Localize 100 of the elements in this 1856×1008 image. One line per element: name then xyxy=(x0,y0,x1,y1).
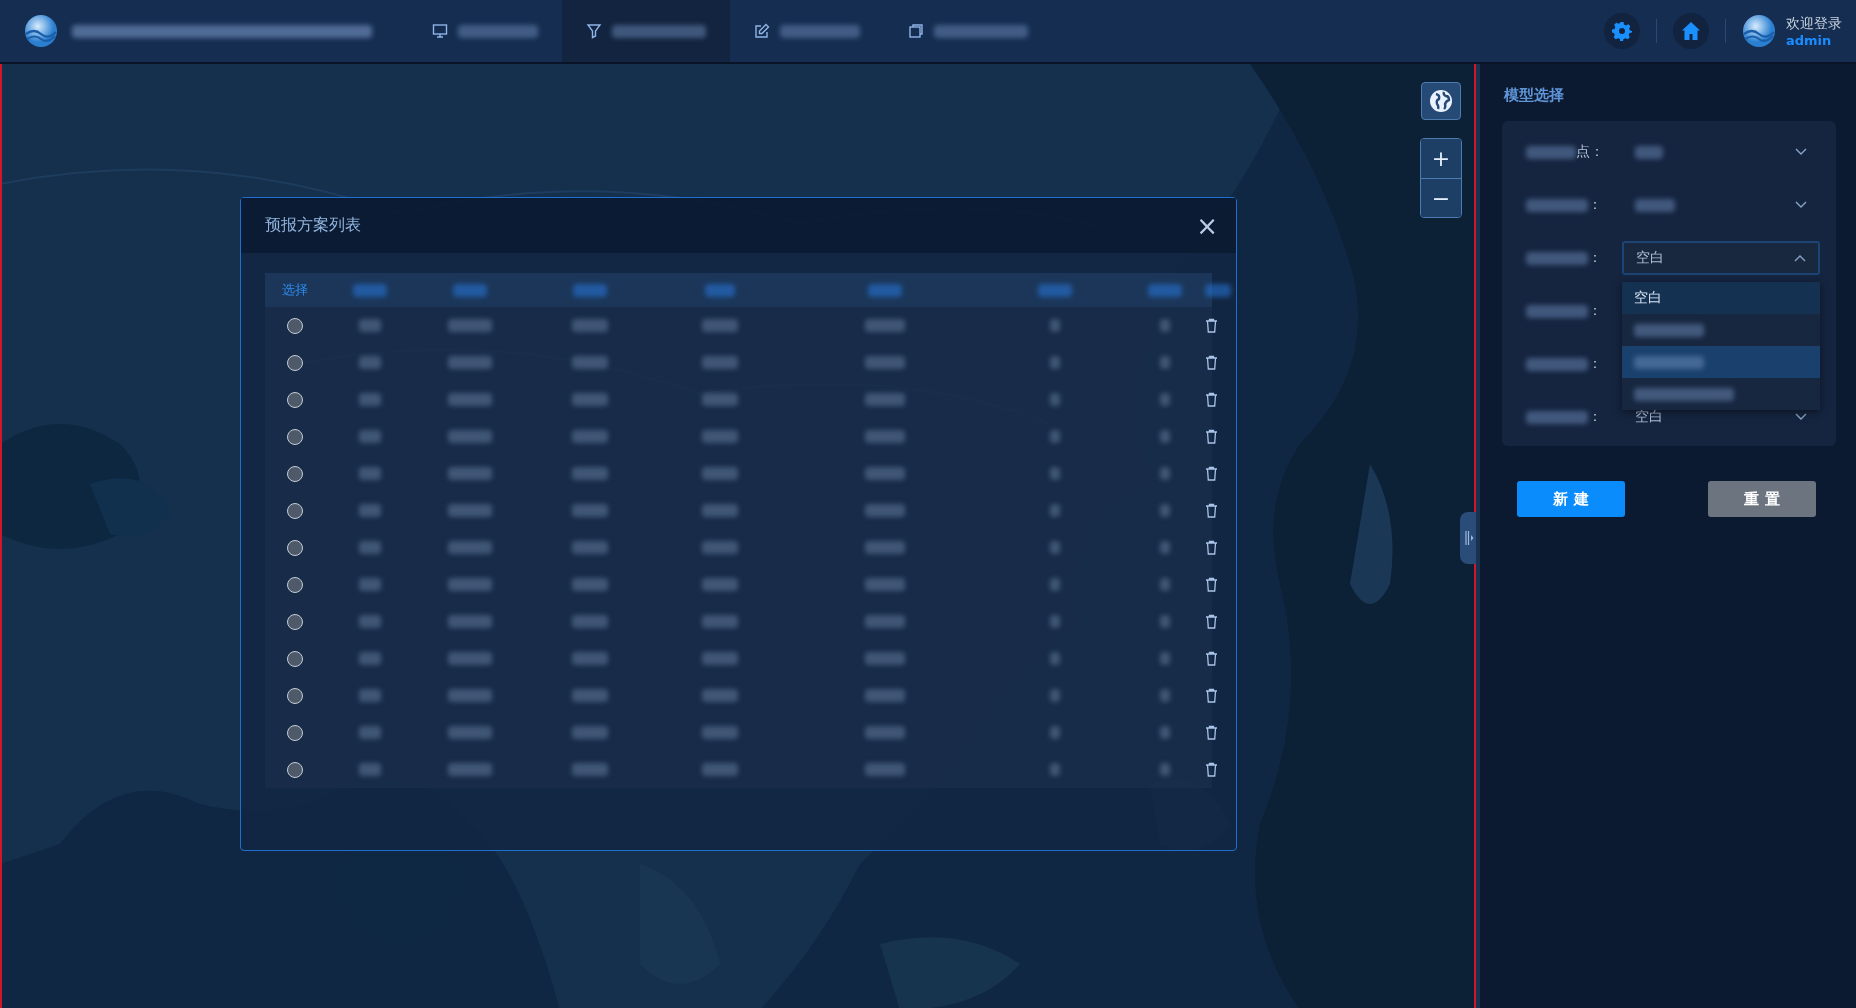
radio-button[interactable] xyxy=(287,502,303,519)
blurred-text xyxy=(1050,689,1060,702)
delete-button[interactable] xyxy=(1205,392,1218,407)
blurred-text xyxy=(572,430,608,443)
field-label: ： xyxy=(1588,302,1602,320)
blurred-text xyxy=(1160,726,1170,739)
radio-button[interactable] xyxy=(287,761,303,778)
blurred-text xyxy=(572,726,608,739)
radio-button[interactable] xyxy=(287,576,303,593)
delete-button[interactable] xyxy=(1205,762,1218,777)
blurred-text xyxy=(1526,251,1588,265)
blurred-text xyxy=(1050,652,1060,665)
modal-title: 预报方案列表 xyxy=(265,215,361,236)
blurred-text xyxy=(572,763,608,776)
welcome-text: 欢迎登录 xyxy=(1786,14,1842,33)
blurred-text xyxy=(1050,504,1060,517)
blurred-text xyxy=(448,393,492,406)
dropdown-option[interactable]: 空白 xyxy=(1622,282,1820,314)
field-label: ： xyxy=(1588,355,1602,373)
radio-button[interactable] xyxy=(287,465,303,482)
blurred-text xyxy=(702,615,738,628)
blurred-text xyxy=(1050,615,1060,628)
blurred-text xyxy=(448,689,492,702)
blurred-text xyxy=(359,467,381,480)
blurred-text xyxy=(1160,504,1170,517)
radio-button[interactable] xyxy=(287,317,303,334)
blurred-text xyxy=(1050,578,1060,591)
blurred-text xyxy=(572,319,608,332)
zoom-in-button[interactable]: + xyxy=(1421,139,1461,178)
blurred-text xyxy=(1205,283,1231,297)
home-icon xyxy=(1681,21,1701,41)
radio-button[interactable] xyxy=(287,613,303,630)
blurred-text xyxy=(1160,652,1170,665)
monitor-icon xyxy=(432,23,448,39)
radio-button[interactable] xyxy=(287,539,303,556)
delete-button[interactable] xyxy=(1205,614,1218,629)
globe-button[interactable] xyxy=(1421,82,1461,120)
radio-button[interactable] xyxy=(287,650,303,667)
blurred-text xyxy=(1050,763,1060,776)
blurred-text xyxy=(702,652,738,665)
delete-button[interactable] xyxy=(1205,503,1218,518)
radio-button[interactable] xyxy=(287,428,303,445)
delete-button[interactable] xyxy=(1205,577,1218,592)
blurred-text xyxy=(702,319,738,332)
blurred-text xyxy=(1526,357,1588,371)
blurred-text xyxy=(1050,319,1060,332)
zoom-out-button[interactable]: − xyxy=(1421,178,1461,217)
blurred-text xyxy=(572,393,608,406)
blurred-text xyxy=(359,504,381,517)
blurred-text xyxy=(702,689,738,702)
blurred-text xyxy=(1526,410,1588,424)
blurred-text xyxy=(573,283,607,297)
blurred-text xyxy=(865,615,905,628)
dropdown-field[interactable]: 空白 xyxy=(1622,400,1820,434)
delete-button[interactable] xyxy=(1205,466,1218,481)
radio-button[interactable] xyxy=(287,391,303,408)
blurred-text xyxy=(1160,578,1170,591)
blurred-text xyxy=(1526,198,1588,212)
trash-icon xyxy=(1205,614,1218,629)
delete-button[interactable] xyxy=(1205,355,1218,370)
radio-button[interactable] xyxy=(287,687,303,704)
radio-button[interactable] xyxy=(287,354,303,371)
delete-button[interactable] xyxy=(1205,318,1218,333)
blurred-text xyxy=(702,726,738,739)
blurred-text xyxy=(448,615,492,628)
delete-button[interactable] xyxy=(1205,651,1218,666)
username: admin xyxy=(1786,32,1833,48)
blurred-text xyxy=(572,615,608,628)
blurred-text xyxy=(359,541,381,554)
blurred-text xyxy=(1160,763,1170,776)
home-button[interactable] xyxy=(1673,13,1709,49)
blurred-text xyxy=(359,615,381,628)
blurred-text xyxy=(865,393,905,406)
delete-button[interactable] xyxy=(1205,688,1218,703)
blurred-text xyxy=(448,541,492,554)
radio-button[interactable] xyxy=(287,724,303,741)
settings-icon xyxy=(1612,21,1632,41)
delete-button[interactable] xyxy=(1205,429,1218,444)
blurred-text xyxy=(359,578,381,591)
blurred-text xyxy=(572,578,608,591)
blurred-text xyxy=(865,541,905,554)
settings-button[interactable] xyxy=(1604,13,1640,49)
blurred-text xyxy=(1038,283,1072,297)
blurred-text xyxy=(865,319,905,332)
copy-icon xyxy=(908,23,924,39)
delete-button[interactable] xyxy=(1205,725,1218,740)
reset-button[interactable]: 重 置 xyxy=(1708,481,1816,517)
delete-button[interactable] xyxy=(1205,540,1218,555)
close-button[interactable]: × xyxy=(1192,210,1222,241)
blurred-text xyxy=(1160,393,1170,406)
blurred-text xyxy=(448,652,492,665)
blurred-text xyxy=(1160,319,1170,332)
blurred-text xyxy=(702,763,738,776)
dropdown-field[interactable]: 空白 xyxy=(1622,241,1820,275)
collapse-handle[interactable] xyxy=(1460,512,1476,564)
filter-icon xyxy=(586,23,602,39)
avatar-icon xyxy=(1742,14,1776,48)
blurred-text xyxy=(865,504,905,517)
trash-icon xyxy=(1205,651,1218,666)
blurred-text xyxy=(1050,726,1060,739)
